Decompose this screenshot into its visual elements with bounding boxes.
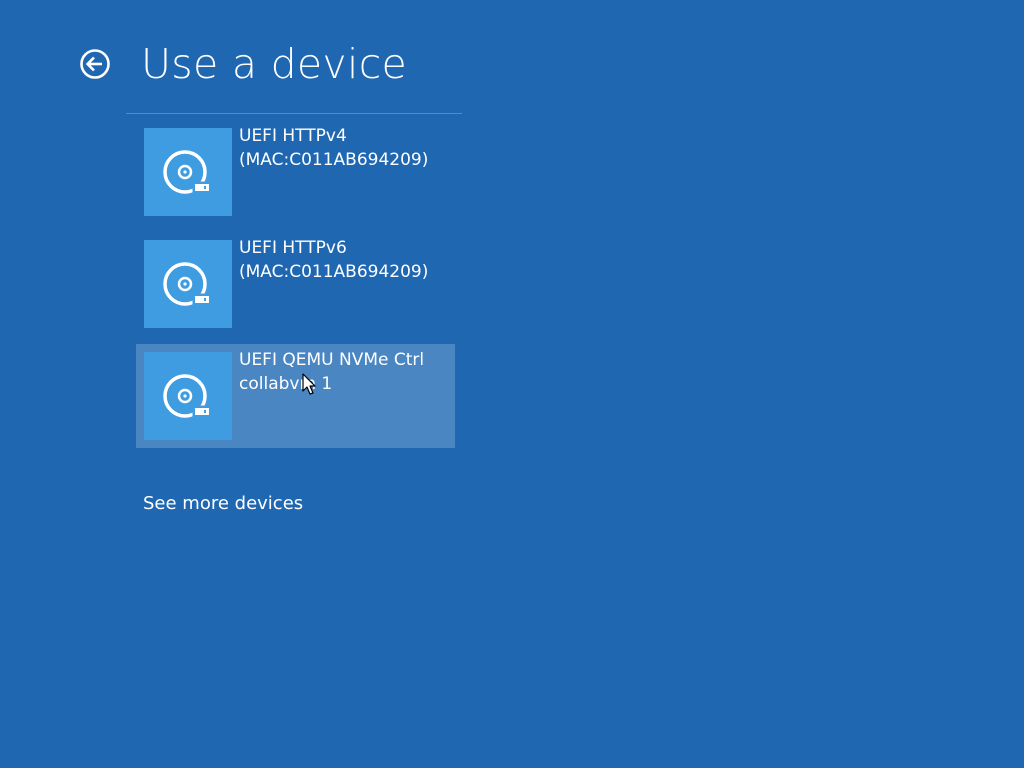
back-arrow-circle-icon <box>80 49 110 79</box>
device-tile-httpv4[interactable]: UEFI HTTPv4 (MAC:C011AB694209) <box>136 120 455 224</box>
disc-drive-icon <box>144 240 232 328</box>
page-title: Use a device <box>141 40 408 88</box>
device-name: UEFI HTTPv4 <box>239 126 347 146</box>
use-a-device-screen: Use a device UEFI HTTPv4 (MAC:C011AB6942… <box>0 0 1024 768</box>
device-name: UEFI HTTPv6 <box>239 238 347 258</box>
device-detail: (MAC:C011AB694209) <box>239 262 429 282</box>
device-detail: (MAC:C011AB694209) <box>239 150 429 170</box>
disc-drive-icon <box>144 352 232 440</box>
device-label: UEFI HTTPv4 (MAC:C011AB694209) <box>239 124 451 172</box>
device-label: UEFI QEMU NVMe Ctrl collabvm 1 <box>239 348 451 396</box>
title-divider <box>126 113 462 114</box>
see-more-devices-link[interactable]: See more devices <box>143 492 303 516</box>
device-tile-httpv6[interactable]: UEFI HTTPv6 (MAC:C011AB694209) <box>136 232 455 336</box>
device-label: UEFI HTTPv6 (MAC:C011AB694209) <box>239 236 451 284</box>
disc-drive-icon <box>144 128 232 216</box>
device-detail: collabvm 1 <box>239 374 333 394</box>
back-button[interactable] <box>79 48 111 80</box>
device-tile-nvme[interactable]: UEFI QEMU NVMe Ctrl collabvm 1 <box>136 344 455 448</box>
device-list: UEFI HTTPv4 (MAC:C011AB694209) UEFI HTTP… <box>136 120 455 456</box>
device-name: UEFI QEMU NVMe Ctrl <box>239 350 425 370</box>
